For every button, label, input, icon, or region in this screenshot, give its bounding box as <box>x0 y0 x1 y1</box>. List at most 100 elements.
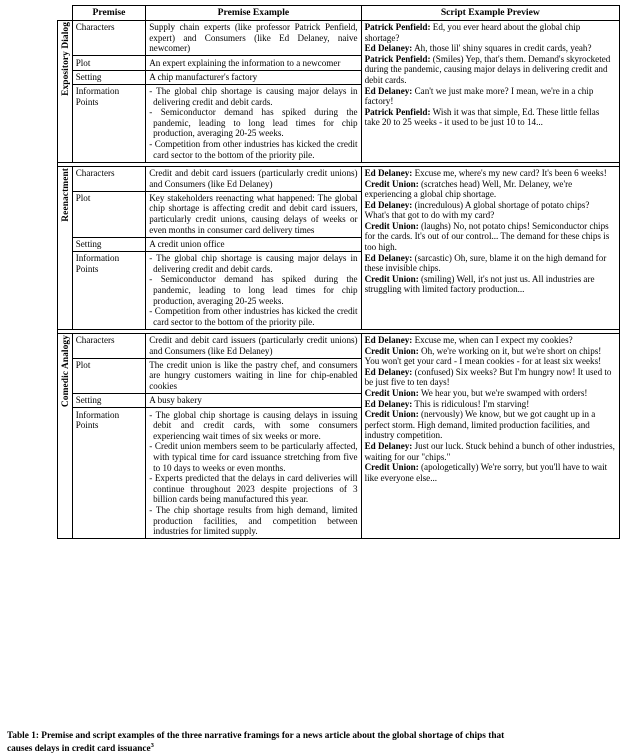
section-label-text: Comedic Analogy <box>61 334 71 408</box>
info-point: - The global chip shortage is causing ma… <box>149 86 358 107</box>
section-label-text: Expository Dialog <box>61 22 71 96</box>
premise-label-plot: Plot <box>71 357 147 395</box>
script-line: Credit Union: (laughs) No, not potato ch… <box>365 221 616 253</box>
script-line: Ed Delaney: This is ridiculous! I'm star… <box>365 399 616 410</box>
info-point: - The chip shortage results from high de… <box>149 504 358 537</box>
premise-example-information-points: - The global chip shortage is causing de… <box>145 407 362 540</box>
speaker-name: Credit Union: <box>364 273 419 284</box>
premise-example-characters: Supply chain experts (like professor Pat… <box>145 19 362 57</box>
speaker-name: Ed Delaney: <box>364 440 413 451</box>
section-label-comedic-analogy: Comedic Analogy <box>57 332 73 540</box>
script-line: Patrick Penfield: (Smiles) Yep, that's t… <box>365 54 616 86</box>
speaker-name: Credit Union: <box>364 345 419 356</box>
speaker-name: Ed Delaney: <box>364 366 413 377</box>
script-example-preview-comedic: Ed Delaney: Excuse me, when can I expect… <box>360 332 621 540</box>
speaker-name: Credit Union: <box>364 462 419 473</box>
table-row: Reenactment Characters Credit and debit … <box>57 165 621 330</box>
info-point: - Experts predicted that the delays in c… <box>149 473 358 505</box>
speaker-name: Ed Delaney <box>364 43 410 54</box>
info-point: - Competition from other industries has … <box>149 306 358 327</box>
header-cell-premise: Premise <box>71 5 147 21</box>
section-label-expository-dialog: Expository Dialog <box>57 19 73 163</box>
script-line: Ed Delaney: Excuse me, when can I expect… <box>365 335 616 346</box>
premise-label-characters: Characters <box>71 332 147 359</box>
narrative-framings-table: Premise Premise Example Script Example P… <box>57 5 621 540</box>
info-point: - Semiconductor demand has spiked during… <box>149 107 358 139</box>
premise-label-setting: Setting <box>71 393 147 409</box>
script-line: Ed Delaney: (sarcastic) Oh, sure, blame … <box>365 253 616 274</box>
script-example-preview-expository: Patrick Penfield: Ed, you ever heard abo… <box>360 19 621 163</box>
premise-example-characters: Credit and debit card issuers (particula… <box>145 332 362 359</box>
script-line: Ed Delaney: (incredulous) A global short… <box>365 200 616 221</box>
script-line: Credit Union: (apologetically) We're sor… <box>365 462 616 483</box>
table-row: Comedic Analogy Characters Credit and de… <box>57 332 621 540</box>
table-header: Premise Premise Example Script Example P… <box>58 5 621 21</box>
speaker-name: Patrick Penfield <box>364 53 428 64</box>
premise-label-setting: Setting <box>71 236 147 252</box>
speaker-name: Ed Delaney: <box>364 252 413 263</box>
speaker-name: Credit Union: <box>364 220 419 231</box>
speaker-name: Credit Union: <box>364 387 419 398</box>
header-cell-premise-example: Premise Example <box>145 5 362 21</box>
section-label-reenactment: Reenactment <box>57 165 73 330</box>
script-line: Credit Union: (scratches head) Well, Mr.… <box>365 179 616 200</box>
script-line: Credit Union: We hear you, but we're swa… <box>365 388 616 399</box>
speaker-name: Ed Delaney: <box>364 199 413 210</box>
premise-label-information-points: Information Points <box>71 250 147 330</box>
script-line: Credit Union: (nervously) We know, but w… <box>365 409 616 441</box>
header-row: Premise Premise Example Script Example P… <box>58 5 621 21</box>
script-example-preview-reenactment: Ed Delaney: Excuse me, where's my new ca… <box>360 165 621 330</box>
script-line: Patrick Penfield: Ed, you ever heard abo… <box>365 22 616 43</box>
speaker-name: Patrick Penfield <box>364 22 428 33</box>
premise-example-setting: A credit union office <box>145 236 362 252</box>
script-line: Ed Delaney: Ah, those lil' shiny squares… <box>365 43 616 54</box>
script-line: Ed Delaney: Just our luck. Stuck behind … <box>365 441 616 462</box>
premise-label-characters: Characters <box>71 165 147 192</box>
script-line: Ed Delaney: (confused) Six weeks? But I'… <box>365 367 616 388</box>
header-cell-rotation <box>58 6 73 21</box>
premise-label-plot: Plot <box>71 190 147 238</box>
script-text: Excuse me, when can I expect my cookies? <box>412 334 573 345</box>
script-line: Credit Union: (smiling) Well, it's not j… <box>365 274 616 295</box>
caption-line-2-text: causes delays in credit card issuance <box>7 744 151 755</box>
premise-label-characters: Characters <box>71 19 147 57</box>
premise-example-setting: A busy bakery <box>145 393 362 409</box>
script-line: Patrick Penfield: Wish it was that simpl… <box>365 107 616 128</box>
speaker-name: Credit Union: <box>364 178 419 189</box>
script-line: Ed Delaney: Can't we just make more? I m… <box>365 86 616 107</box>
footnote-marker: 3 <box>150 742 154 750</box>
speaker-name: Patrick Penfield <box>364 106 428 117</box>
section-label-text: Reenactment <box>61 167 71 222</box>
premise-example-characters: Credit and debit card issuers (particula… <box>145 165 362 192</box>
speaker-name: Ed Delaney: <box>364 167 413 178</box>
info-point: - Semiconductor demand has spiked during… <box>149 274 358 306</box>
premise-example-plot: The credit union is like the pastry chef… <box>145 357 362 395</box>
premise-example-plot: An expert explaining the information to … <box>145 55 362 71</box>
premise-label-setting: Setting <box>71 69 147 85</box>
premise-example-plot: Key stakeholders reenacting what happene… <box>145 190 362 238</box>
script-line: Credit Union: Oh, we're working on it, b… <box>365 346 616 367</box>
info-point: - The global chip shortage is causing de… <box>149 409 358 441</box>
script-text: We hear you, but we're swamped with orde… <box>418 387 588 398</box>
premise-label-information-points: Information Points <box>71 83 147 163</box>
premise-label-plot: Plot <box>71 55 147 71</box>
table-page: Premise Premise Example Script Example P… <box>0 5 640 755</box>
speaker-name: Credit Union: <box>364 409 419 420</box>
speaker-name: Ed Delaney <box>364 85 410 96</box>
script-text: Excuse me, where's my new card? It's bee… <box>412 167 607 178</box>
caption-line-2: causes delays in credit card issuance3 <box>7 742 640 755</box>
section-comedic-analogy: Comedic Analogy Characters Credit and de… <box>57 332 621 540</box>
premise-example-information-points: - The global chip shortage is causing ma… <box>145 83 362 163</box>
table-row: Expository Dialog Characters Supply chai… <box>57 19 621 163</box>
info-point: - Credit union members seem to be partic… <box>149 441 358 473</box>
info-point: - Competition from other industries has … <box>149 139 358 160</box>
speaker-name: Ed Delaney: <box>364 334 413 345</box>
section-expository-dialog: Expository Dialog Characters Supply chai… <box>57 19 621 167</box>
premise-example-setting: A chip manufacturer's factory <box>145 69 362 85</box>
caption-line-1: Table 1: Premise and script examples of … <box>7 731 505 741</box>
section-reenactment: Reenactment Characters Credit and debit … <box>57 165 621 334</box>
premise-label-information-points: Information Points <box>71 407 147 540</box>
header-cell-script-example-preview: Script Example Preview <box>360 5 621 21</box>
premise-example-information-points: - The global chip shortage is causing ma… <box>145 250 362 330</box>
speaker-name: Ed Delaney: <box>364 398 413 409</box>
